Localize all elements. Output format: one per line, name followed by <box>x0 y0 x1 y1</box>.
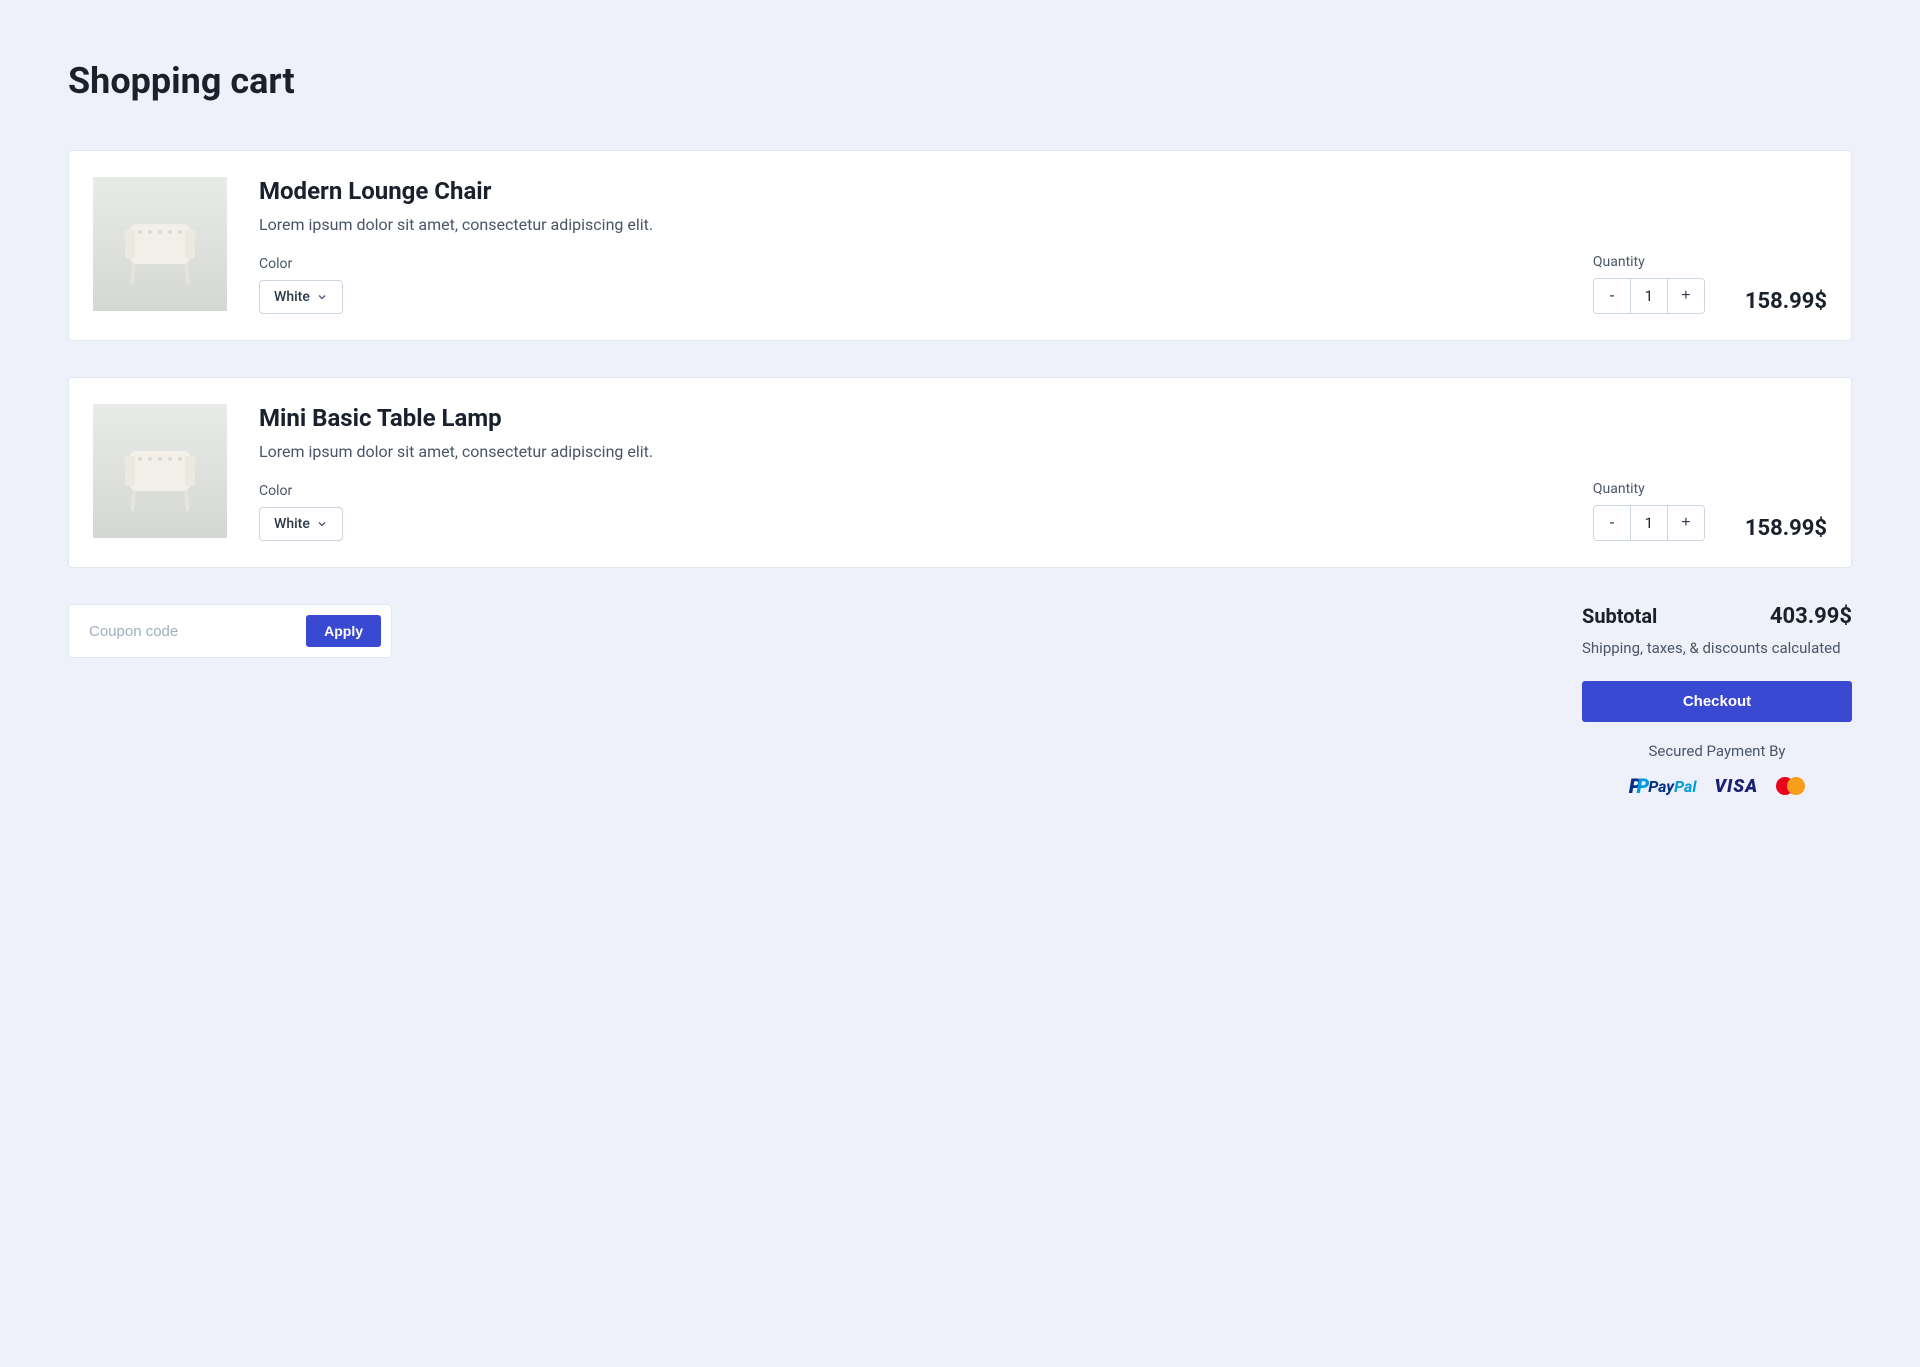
chevron-down-icon <box>316 518 328 530</box>
product-name: Modern Lounge Chair <box>259 177 1593 205</box>
checkout-button[interactable]: Checkout <box>1582 681 1852 722</box>
color-label: Color <box>259 256 1593 272</box>
cart-item: Modern Lounge Chair Lorem ipsum dolor si… <box>68 150 1852 341</box>
page-title: Shopping cart <box>68 60 1852 102</box>
quantity-label: Quantity <box>1593 481 1705 497</box>
subtotal-label: Subtotal <box>1582 604 1657 628</box>
quantity-value: 1 <box>1630 279 1668 313</box>
product-description: Lorem ipsum dolor sit amet, consectetur … <box>259 215 1593 234</box>
color-select[interactable]: White <box>259 507 343 541</box>
secured-payment-label: Secured Payment By <box>1582 742 1852 760</box>
quantity-increase-button[interactable]: + <box>1668 506 1704 540</box>
cart-item: Mini Basic Table Lamp Lorem ipsum dolor … <box>68 377 1852 568</box>
coupon-input[interactable] <box>89 623 306 640</box>
item-price: 158.99$ <box>1745 289 1827 314</box>
order-summary: Subtotal 403.99$ Shipping, taxes, & disc… <box>1582 604 1852 798</box>
subtotal-value: 403.99$ <box>1770 604 1852 629</box>
product-name: Mini Basic Table Lamp <box>259 404 1593 432</box>
quantity-stepper: - 1 + <box>1593 278 1705 314</box>
mastercard-icon <box>1776 777 1805 795</box>
product-image <box>93 404 227 538</box>
quantity-increase-button[interactable]: + <box>1668 279 1704 313</box>
color-value: White <box>274 516 310 532</box>
visa-icon: VISA <box>1714 776 1758 797</box>
product-image <box>93 177 227 311</box>
color-select[interactable]: White <box>259 280 343 314</box>
product-description: Lorem ipsum dolor sit amet, consectetur … <box>259 442 1593 461</box>
color-label: Color <box>259 483 1593 499</box>
quantity-stepper: - 1 + <box>1593 505 1705 541</box>
shipping-note: Shipping, taxes, & discounts calculated <box>1582 639 1852 657</box>
quantity-label: Quantity <box>1593 254 1705 270</box>
quantity-value: 1 <box>1630 506 1668 540</box>
apply-coupon-button[interactable]: Apply <box>306 615 381 647</box>
payment-logos: PP PayPal VISA <box>1582 774 1852 798</box>
chevron-down-icon <box>316 291 328 303</box>
quantity-decrease-button[interactable]: - <box>1594 279 1630 313</box>
paypal-icon: PP PayPal <box>1629 774 1697 798</box>
coupon-box: Apply <box>68 604 392 658</box>
item-price: 158.99$ <box>1745 516 1827 541</box>
color-value: White <box>274 289 310 305</box>
quantity-decrease-button[interactable]: - <box>1594 506 1630 540</box>
